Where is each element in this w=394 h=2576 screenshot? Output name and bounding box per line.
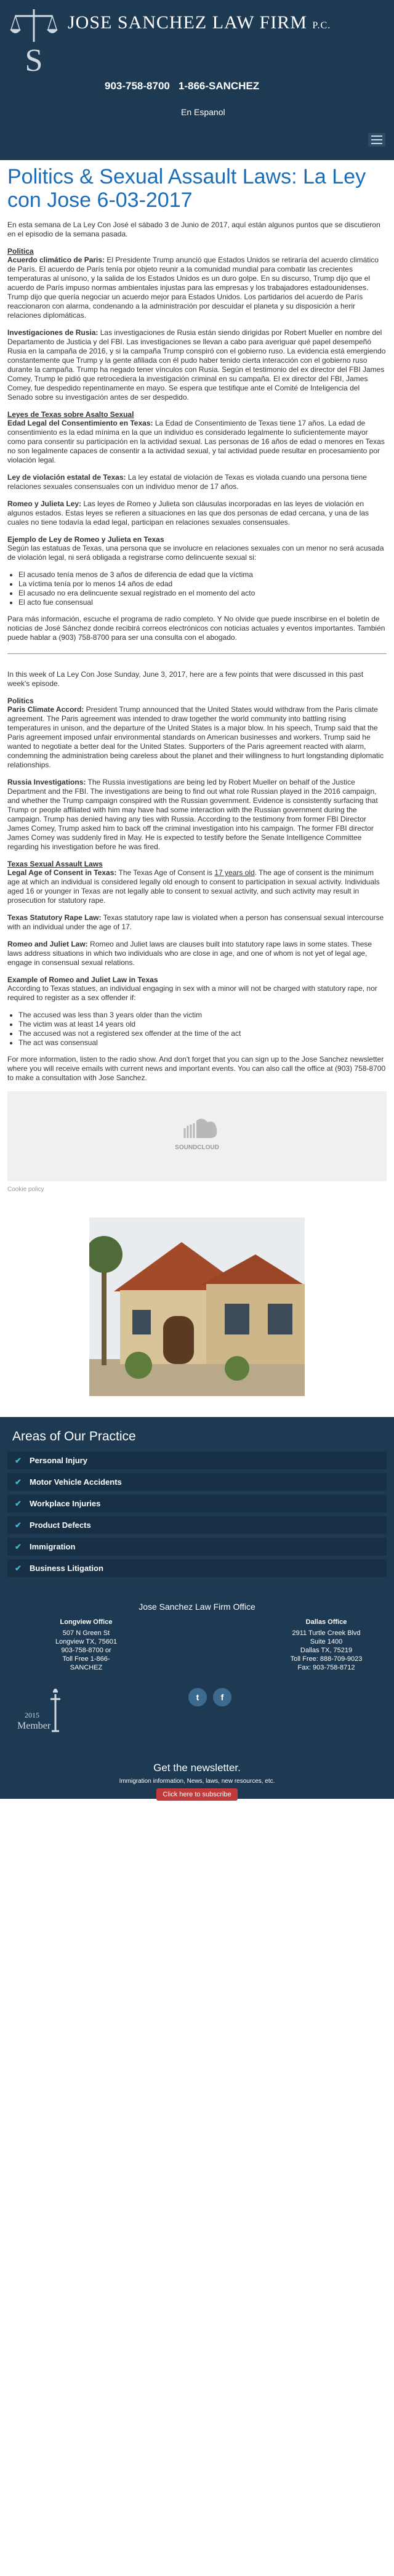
cookie-policy-link[interactable]: Cookie policy xyxy=(7,1186,387,1193)
scales-of-justice-logo[interactable]: S xyxy=(9,6,58,77)
hamburger-icon xyxy=(371,135,382,137)
es-romeo-paragraph: Romeo y Julieta Ley: Las leyes de Romeo … xyxy=(7,499,369,527)
longview-office: Longview Office 507 N Green St Longview … xyxy=(55,1618,118,1671)
practice-area-product-defects[interactable]: ✔ Product Defects xyxy=(7,1516,387,1534)
page-title: Politics & Sexual Assault Laws: La Ley c… xyxy=(7,165,366,212)
practice-area-immigration[interactable]: ✔ Immigration xyxy=(7,1538,387,1556)
es-rape-paragraph: Ley de violación estatal de Texas: La le… xyxy=(7,473,367,491)
newsletter-section: Get the newsletter. Immigration informat… xyxy=(0,1762,394,1801)
check-icon: ✔ xyxy=(15,1477,22,1487)
svg-text:2015: 2015 xyxy=(25,1711,39,1719)
age-of-consent-link[interactable]: 17 years old xyxy=(214,868,254,877)
list-item: The accused was less than 3 years older … xyxy=(18,1011,387,1020)
social-links: tf xyxy=(188,1688,238,1706)
list-item: The accused was not a registered sex off… xyxy=(18,1029,387,1038)
check-icon: ✔ xyxy=(15,1520,22,1530)
practice-area-motor-vehicle-accidents[interactable]: ✔ Motor Vehicle Accidents xyxy=(7,1473,387,1491)
en-romeo-paragraph: Romeo and Juliet Law: Romeo and Juliet l… xyxy=(7,940,372,967)
divider xyxy=(7,653,387,654)
en-paris-paragraph: Paris Climate Accord: President Trump an… xyxy=(7,705,384,769)
en-intro: In this week of La Ley Con Jose Sunday, … xyxy=(7,670,364,688)
en-laws-heading: Texas Sexual Assault Laws xyxy=(7,860,103,868)
practice-areas-section: Areas of Our Practice ✔ Personal Injury ✔… xyxy=(0,1417,394,1596)
newsletter-title: Get the newsletter. xyxy=(153,1762,241,1774)
menu-button[interactable] xyxy=(368,133,385,147)
house-photo xyxy=(89,1217,305,1396)
es-paris-paragraph: Acuerdo climático de Paris: El President… xyxy=(7,256,379,320)
en-example-text: According to Texas statues, an individua… xyxy=(7,984,377,1002)
es-outro: Para más información, escuche el program… xyxy=(7,615,385,642)
soundcloud-player[interactable]: SOUNDCLOUD xyxy=(7,1091,387,1181)
en-russia-paragraph: Russia Investigations: The Russia invest… xyxy=(7,778,378,851)
check-icon: ✔ xyxy=(15,1455,22,1465)
es-consent-paragraph: Edad Legal del Consentimiento en Texas: … xyxy=(7,419,385,464)
svg-text:S: S xyxy=(25,43,43,77)
es-example-heading: Ejemplo de Ley de Romeo y Julieta en Tex… xyxy=(7,535,164,544)
facebook-icon[interactable]: f xyxy=(213,1688,231,1706)
header-phones: 903-758-8700 1-866-SANCHEZ xyxy=(105,80,268,92)
list-item: The act was consensual xyxy=(18,1038,387,1048)
dallas-office: Dallas Office 2911 Turtle Creek Blvd Sui… xyxy=(290,1618,363,1671)
member-badge: 2015 Member xyxy=(17,1689,60,1732)
es-example-text: Según las estatuas de Texas, una persona… xyxy=(7,544,384,562)
list-item: El acusado tenía menos de 3 años de dife… xyxy=(18,570,387,579)
site-header: S JOSE SANCHEZ LAW FIRM P.C. 903-758-870… xyxy=(0,0,394,160)
list-item: El acto fue consensual xyxy=(18,598,387,607)
practice-area-personal-injury[interactable]: ✔ Personal Injury xyxy=(7,1452,387,1469)
newsletter-description: Immigration information, News, laws, new… xyxy=(119,1778,275,1785)
subscribe-button[interactable]: Click here to subscribe xyxy=(156,1788,238,1801)
firm-name[interactable]: JOSE SANCHEZ LAW FIRM P.C. xyxy=(68,12,331,33)
practice-area-business-litigation[interactable]: ✔ Business Litigation xyxy=(7,1559,387,1577)
list-item: La víctima tenía por lo menos 14 años de… xyxy=(18,579,387,589)
list-item: The victim was at least 14 years old xyxy=(18,1020,387,1029)
soundcloud-label: SOUNDCLOUD xyxy=(175,1144,219,1151)
practice-area-workplace-injuries[interactable]: ✔ Workplace Injuries xyxy=(7,1495,387,1512)
en-rape-paragraph: Texas Statutory Rape Law: Texas statutor… xyxy=(7,913,384,931)
en-consent-paragraph: Legal Age of Consent in Texas: The Texas… xyxy=(7,868,380,905)
check-icon: ✔ xyxy=(15,1498,22,1508)
phone-vanity[interactable]: 1-866-SANCHEZ xyxy=(179,80,259,92)
en-example-list: The accused was less than 3 years older … xyxy=(18,1011,387,1048)
es-laws-heading: Leyes de Texas sobre Asalto Sexual xyxy=(7,410,134,419)
check-icon: ✔ xyxy=(15,1563,22,1573)
en-outro: For more information, listen to the radi… xyxy=(7,1055,386,1082)
es-politica-heading: Politica xyxy=(7,247,34,256)
soundcloud-icon xyxy=(183,1118,217,1138)
es-example-list: El acusado tenía menos de 3 años de dife… xyxy=(18,570,387,607)
phone-number[interactable]: 903-758-8700 xyxy=(105,80,170,92)
es-intro: En esta semana de La Ley Con José el sáb… xyxy=(7,220,380,238)
main-content: Politics & Sexual Assault Laws: La Ley c… xyxy=(0,165,394,1396)
svg-text:Member: Member xyxy=(17,1721,51,1731)
site-footer: Jose Sanchez Law Firm Office Longview Of… xyxy=(0,1596,394,1801)
language-link[interactable]: En Espanol xyxy=(181,107,225,117)
practice-areas-title: Areas of Our Practice xyxy=(12,1429,136,1443)
check-icon: ✔ xyxy=(15,1541,22,1551)
en-politics-heading: Politics xyxy=(7,696,34,705)
twitter-icon[interactable]: t xyxy=(188,1688,207,1706)
footer-title: Jose Sanchez Law Firm Office xyxy=(139,1602,255,1612)
es-russia-paragraph: Investigaciones de Rusia: Las investigac… xyxy=(7,328,386,402)
en-example-heading: Example of Romeo and Juliet Law in Texas xyxy=(7,975,158,984)
list-item: El acusado no era delincuente sexual reg… xyxy=(18,589,387,598)
